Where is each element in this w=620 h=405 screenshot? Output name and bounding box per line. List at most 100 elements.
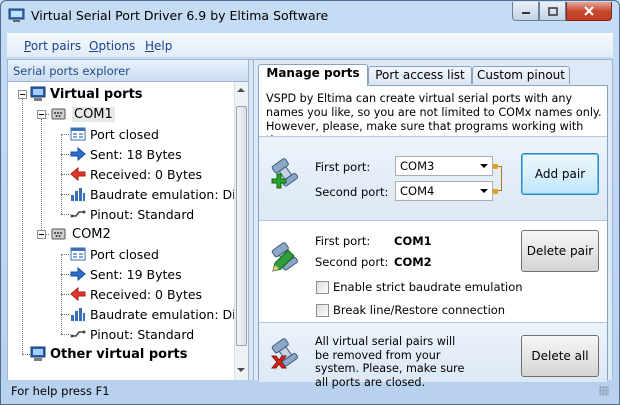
menu-label: elp bbox=[154, 39, 173, 53]
menu-options[interactable]: Options bbox=[89, 39, 135, 53]
tree-label: COM2 bbox=[72, 226, 111, 242]
tree-item-received[interactable]: Received: 0 Bytes bbox=[70, 284, 202, 304]
tree-label: Received: 0 Bytes bbox=[90, 166, 203, 182]
delete-all-icon bbox=[270, 338, 299, 369]
status-text: For help press F1 bbox=[11, 384, 110, 398]
tree-item-port-status[interactable]: Port closed bbox=[70, 244, 159, 264]
explorer-header-label: Serial ports explorer bbox=[13, 64, 130, 78]
received-arrow-icon bbox=[70, 286, 86, 302]
strict-baudrate-checkbox[interactable] bbox=[316, 281, 329, 294]
chevron-down-icon bbox=[480, 189, 488, 193]
tab-custom-pinout[interactable]: Custom pinout bbox=[472, 66, 570, 84]
computer-icon bbox=[30, 86, 46, 101]
collapse-virtual-ports[interactable] bbox=[18, 90, 27, 99]
tree-virtual-ports[interactable]: Virtual ports bbox=[30, 84, 143, 104]
tab-manage-ports[interactable]: Manage ports bbox=[258, 64, 368, 86]
minimize-icon bbox=[521, 12, 530, 14]
baudrate-icon bbox=[71, 308, 85, 321]
tree-item-sent[interactable]: Sent: 19 Bytes bbox=[70, 264, 182, 284]
client-area: Serial ports explorer Virtual ports COM1… bbox=[7, 59, 613, 389]
app-icon bbox=[8, 8, 25, 22]
tree-item-baudrate[interactable]: Baudrate emulation: Dis bbox=[70, 184, 234, 204]
menu-bar: Port pairs Options Help bbox=[7, 33, 613, 57]
app-window: Virtual Serial Port Driver 6.9 by Eltima… bbox=[0, 0, 620, 405]
status-bar: For help press F1 bbox=[7, 381, 613, 401]
port-closed-icon bbox=[70, 247, 86, 261]
pair-bracket-dot bbox=[493, 164, 498, 169]
tree-label: Port closed bbox=[90, 126, 159, 142]
chevron-down-icon bbox=[480, 164, 488, 168]
sent-arrow-icon bbox=[70, 146, 86, 162]
window-title: Virtual Serial Port Driver 6.9 by Eltima… bbox=[31, 8, 329, 23]
collapse-com2[interactable] bbox=[37, 230, 46, 239]
tree-label: Sent: 18 Bytes bbox=[90, 146, 182, 162]
pair-bracket bbox=[496, 166, 502, 191]
maximize-icon bbox=[547, 6, 558, 16]
delete-all-button[interactable]: Delete all bbox=[521, 335, 599, 377]
received-arrow-icon bbox=[70, 166, 86, 182]
add-second-port-label: Second port: bbox=[315, 185, 389, 199]
delete-all-section: All virtual serial pairs will be removed… bbox=[259, 322, 607, 389]
tree-label: Received: 0 Bytes bbox=[90, 286, 203, 302]
scroll-thumb[interactable] bbox=[236, 106, 247, 346]
menu-accel: H bbox=[145, 39, 155, 53]
tree-label: Other virtual ports bbox=[50, 346, 188, 362]
pinout-icon bbox=[70, 210, 86, 218]
tree-item-port-status[interactable]: Port closed bbox=[70, 124, 159, 144]
tree-item-pinout[interactable]: Pinout: Standard bbox=[70, 324, 194, 344]
tree-label: Port closed bbox=[90, 246, 159, 262]
add-pair-section: First port: COM3 Second port: COM4 Add p… bbox=[259, 136, 607, 220]
add-first-port-label: First port: bbox=[315, 160, 371, 174]
computer-icon bbox=[30, 346, 46, 361]
tab-port-access-list[interactable]: Port access list bbox=[368, 66, 472, 84]
tree-port-com2[interactable]: COM2 bbox=[50, 224, 111, 244]
serial-port-icon bbox=[51, 228, 66, 240]
tree-label: Pinout: Standard bbox=[90, 206, 195, 222]
tree-other-virtual-ports[interactable]: Other virtual ports bbox=[30, 344, 187, 364]
first-port-combo[interactable]: COM3 bbox=[395, 156, 493, 176]
add-pair-button[interactable]: Add pair bbox=[521, 153, 599, 195]
break-line-checkbox[interactable] bbox=[316, 304, 329, 317]
tree-port-com1[interactable]: COM1 bbox=[50, 104, 115, 124]
tree-item-sent[interactable]: Sent: 18 Bytes bbox=[70, 144, 182, 164]
break-line-label: Break line/Restore connection bbox=[333, 303, 506, 317]
sent-arrow-icon bbox=[70, 266, 86, 282]
edit-pair-icon bbox=[271, 242, 299, 272]
tab-strip: Manage ports Port access list Custom pin… bbox=[258, 64, 608, 86]
maximize-button[interactable] bbox=[539, 2, 566, 21]
menu-port-pairs[interactable]: Port pairs bbox=[24, 39, 81, 53]
tree-item-received[interactable]: Received: 0 Bytes bbox=[70, 164, 202, 184]
scroll-down-icon[interactable] bbox=[237, 368, 245, 372]
menu-label: ptions bbox=[98, 39, 136, 53]
manage-ports-panel: VSPD by Eltima can create virtual serial… bbox=[258, 85, 608, 389]
delete-first-port-value: COM1 bbox=[394, 234, 432, 248]
tree-label: Pinout: Standard bbox=[90, 326, 195, 342]
collapse-com1[interactable] bbox=[37, 110, 46, 119]
strict-baudrate-label: Enable strict baudrate emulation bbox=[333, 280, 523, 294]
close-button[interactable] bbox=[566, 2, 612, 21]
tree-item-pinout[interactable]: Pinout: Standard bbox=[70, 204, 194, 224]
menu-label: ort pairs bbox=[30, 39, 82, 53]
tree-label: Baudrate emulation: Dis bbox=[90, 186, 234, 202]
menu-accel: P bbox=[24, 39, 31, 53]
ports-tree[interactable]: Virtual ports COM1 Port closed Sent: 18 … bbox=[8, 82, 234, 380]
title-bar[interactable]: Virtual Serial Port Driver 6.9 by Eltima… bbox=[1, 1, 619, 31]
tree-label: Sent: 19 Bytes bbox=[90, 266, 182, 282]
delete-first-port-label: First port: bbox=[315, 234, 371, 248]
combo-value: COM3 bbox=[400, 159, 435, 173]
minimize-button[interactable] bbox=[512, 2, 539, 21]
tree-item-baudrate[interactable]: Baudrate emulation: Dis bbox=[70, 304, 234, 324]
resize-grip-icon[interactable] bbox=[599, 386, 609, 396]
scroll-up-icon[interactable] bbox=[237, 88, 245, 92]
delete-pair-section: First port: COM1 Second port: COM2 Delet… bbox=[259, 220, 607, 322]
second-port-combo[interactable]: COM4 bbox=[395, 181, 493, 201]
tree-label: Virtual ports bbox=[50, 86, 143, 102]
delete-second-port-value: COM2 bbox=[394, 255, 432, 269]
menu-help[interactable]: Help bbox=[145, 39, 172, 53]
pinout-icon bbox=[70, 330, 86, 338]
tree-scrollbar[interactable] bbox=[234, 82, 248, 380]
baudrate-icon bbox=[71, 188, 85, 201]
tree-label: COM1 bbox=[72, 106, 115, 122]
pair-bracket-dot bbox=[493, 189, 498, 194]
delete-pair-button[interactable]: Delete pair bbox=[521, 230, 599, 272]
